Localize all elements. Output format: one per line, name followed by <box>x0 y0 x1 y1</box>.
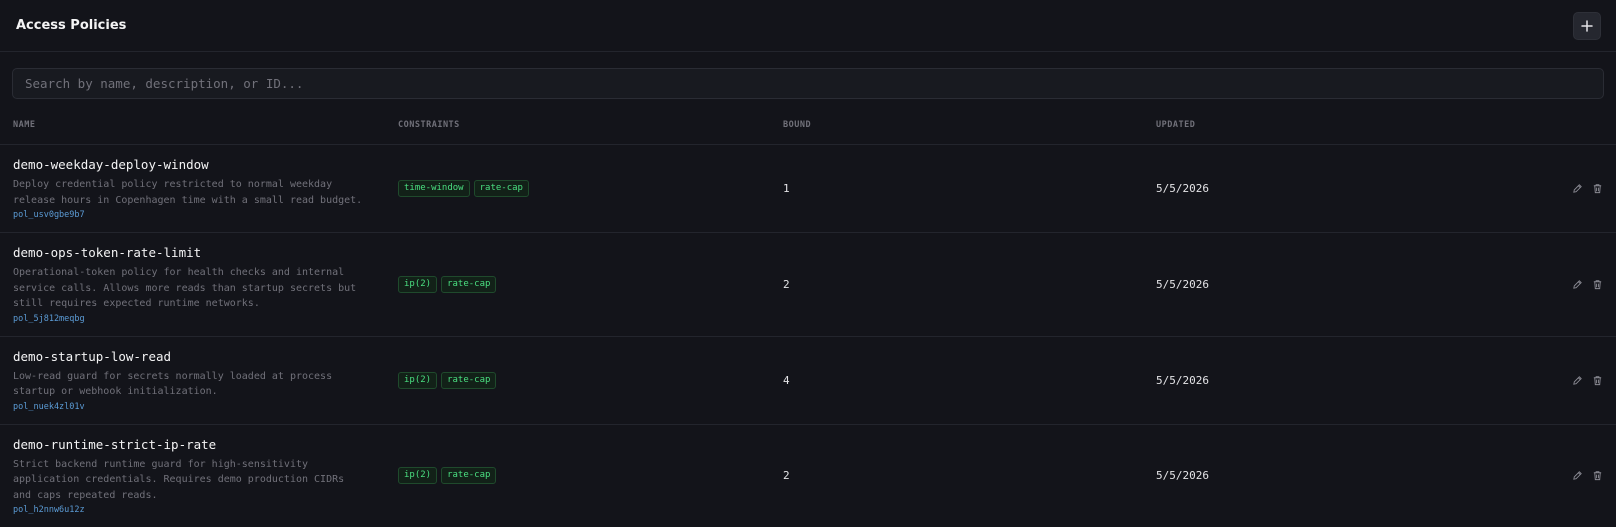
bound-count: 2 <box>783 469 790 483</box>
page-title: Access Policies <box>16 18 127 33</box>
constraint-tag: time-window <box>398 180 470 197</box>
policy-id[interactable]: pol_h2nnw6u12z <box>13 504 398 516</box>
constraint-tag: ip(2) <box>398 275 438 293</box>
constraint-tag: rate-cap <box>473 180 529 197</box>
updated-date: 5/5/2026 <box>1156 277 1209 291</box>
constraint-tags: ip(2) rate-cap <box>398 467 783 485</box>
constraint-tag: rate-cap <box>441 275 497 293</box>
page-header: Access Policies <box>0 0 1616 52</box>
policy-id[interactable]: pol_nuek4zl01v <box>13 401 398 413</box>
bound-count: 4 <box>783 373 790 387</box>
constraint-tag: rate-cap <box>441 371 497 389</box>
table-row[interactable]: demo-startup-low-read Low-read guard for… <box>0 337 1616 425</box>
table-row[interactable]: demo-ops-token-rate-limit Operational-to… <box>0 233 1616 337</box>
policy-name[interactable]: demo-weekday-deploy-window <box>13 157 398 173</box>
policy-name[interactable]: demo-ops-token-rate-limit <box>13 245 398 261</box>
delete-icon[interactable] <box>1592 470 1603 481</box>
table-header: NAME CONSTRAINTS BOUND UPDATED <box>0 105 1616 145</box>
edit-icon[interactable] <box>1572 183 1583 194</box>
add-policy-button[interactable] <box>1573 11 1601 40</box>
bound-count: 2 <box>783 277 790 291</box>
constraint-tags: ip(2) rate-cap <box>398 275 783 293</box>
policy-description: Low-read guard for secrets normally load… <box>13 370 333 398</box>
bound-count: 1 <box>783 182 790 195</box>
delete-icon[interactable] <box>1592 183 1603 194</box>
delete-icon[interactable] <box>1592 375 1603 386</box>
constraint-tag: ip(2) <box>398 371 438 389</box>
policy-description: Strict backend runtime guard for high-se… <box>13 458 345 501</box>
table-row[interactable]: demo-runtime-strict-ip-rate Strict backe… <box>0 425 1616 527</box>
search-bar <box>0 52 1616 99</box>
constraint-tags: time-window rate-cap <box>398 180 783 197</box>
table-row[interactable]: demo-weekday-deploy-window Deploy creden… <box>0 145 1616 233</box>
column-header-updated[interactable]: UPDATED <box>1156 120 1553 130</box>
policy-table-body: demo-weekday-deploy-window Deploy creden… <box>0 145 1616 527</box>
plus-icon <box>1581 19 1593 32</box>
delete-icon[interactable] <box>1592 279 1603 290</box>
edit-icon[interactable] <box>1572 375 1583 386</box>
policy-name[interactable]: demo-startup-low-read <box>13 349 398 365</box>
search-input[interactable] <box>12 68 1604 99</box>
constraint-tag: rate-cap <box>441 467 497 485</box>
policy-description: Operational-token policy for health chec… <box>13 267 357 309</box>
policy-id[interactable]: pol_usv0gbe9b7 <box>13 209 398 221</box>
column-header-name[interactable]: NAME <box>13 120 398 130</box>
constraint-tag: ip(2) <box>398 467 438 485</box>
policy-description: Deploy credential policy restricted to n… <box>13 179 363 206</box>
updated-date: 5/5/2026 <box>1156 373 1209 387</box>
column-header-bound[interactable]: BOUND <box>783 120 1156 130</box>
updated-date: 5/5/2026 <box>1156 182 1209 195</box>
column-header-constraints[interactable]: CONSTRAINTS <box>398 120 783 130</box>
updated-date: 5/5/2026 <box>1156 469 1209 483</box>
edit-icon[interactable] <box>1572 279 1583 290</box>
policy-name[interactable]: demo-runtime-strict-ip-rate <box>13 437 398 453</box>
constraint-tags: ip(2) rate-cap <box>398 371 783 389</box>
policy-id[interactable]: pol_5j812meqbg <box>13 313 398 325</box>
edit-icon[interactable] <box>1572 470 1583 481</box>
